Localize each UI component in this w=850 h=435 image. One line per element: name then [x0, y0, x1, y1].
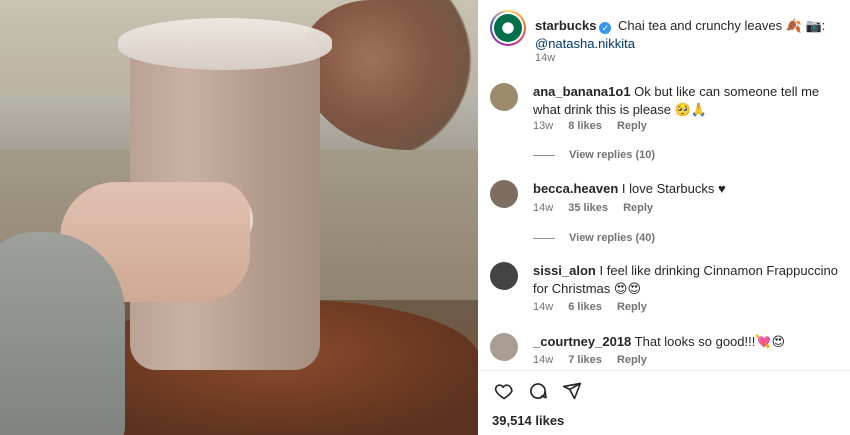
- comment-body: sissi_alon I feel like drinking Cinnamon…: [533, 262, 838, 298]
- post-action-bar: 39,514 likes: [478, 370, 850, 435]
- comment-reply-button[interactable]: Reply: [617, 120, 647, 132]
- comment-time[interactable]: 14w: [533, 301, 553, 313]
- comment-likes[interactable]: 8 likes: [568, 120, 602, 132]
- comment-username[interactable]: becca.heaven: [533, 181, 618, 196]
- verified-badge-icon: ✓: [599, 22, 612, 34]
- comment-body: becca.heaven I love Starbucks ♥: [533, 180, 838, 198]
- comment-reply-button[interactable]: Reply: [623, 202, 653, 214]
- comment-text: That looks so good!!!💘😍: [634, 334, 786, 349]
- post-caption: starbucks ✓ Chai tea and crunchy leaves 🍂…: [535, 17, 835, 53]
- comment-meta: 13w 8 likes Reply: [533, 120, 659, 132]
- view-replies-button[interactable]: View replies (40): [533, 232, 655, 244]
- view-replies-label: View replies (10): [569, 149, 656, 161]
- comment-meta: 14w 7 likes Reply: [533, 354, 659, 366]
- account-avatar[interactable]: [490, 10, 526, 46]
- comment-avatar[interactable]: [490, 83, 518, 111]
- likes-count[interactable]: 39,514 likes: [492, 413, 564, 428]
- comment-meta: 14w 6 likes Reply: [533, 301, 659, 313]
- comment-likes[interactable]: 6 likes: [568, 301, 602, 313]
- view-replies-label: View replies (40): [569, 232, 656, 244]
- comment-time[interactable]: 14w: [533, 354, 553, 366]
- comment-likes[interactable]: 7 likes: [568, 354, 602, 366]
- comment-time[interactable]: 14w: [533, 202, 553, 214]
- comment-username[interactable]: _courtney_2018: [533, 334, 631, 349]
- comment-avatar[interactable]: [490, 262, 518, 290]
- account-username[interactable]: starbucks: [535, 18, 596, 33]
- comment-avatar[interactable]: [490, 180, 518, 208]
- caption-text: Chai tea and crunchy leaves 🍂 📷:: [618, 18, 826, 33]
- comment-body: ana_banana1o1 Ok but like can someone te…: [533, 83, 838, 119]
- comment-username[interactable]: ana_banana1o1: [533, 84, 631, 99]
- comment-avatar[interactable]: [490, 333, 518, 361]
- view-replies-line: [533, 237, 555, 239]
- photo-sleeve: [0, 232, 125, 435]
- avatar-inner: [492, 12, 524, 44]
- share-icon[interactable]: [562, 381, 582, 403]
- caption-mention-link[interactable]: @natasha.nikkita: [535, 36, 635, 51]
- comment-username[interactable]: sissi_alon: [533, 263, 596, 278]
- comment-time[interactable]: 13w: [533, 120, 553, 132]
- post-timestamp[interactable]: 14w: [535, 52, 555, 64]
- starbucks-logo-icon: [494, 14, 522, 42]
- action-icons: [494, 381, 582, 403]
- post-photo[interactable]: [0, 0, 478, 435]
- comment-reply-button[interactable]: Reply: [617, 301, 647, 313]
- comment-icon[interactable]: [528, 381, 548, 403]
- view-replies-button[interactable]: View replies (10): [533, 149, 655, 161]
- post-details-panel: starbucks ✓ Chai tea and crunchy leaves 🍂…: [478, 0, 850, 435]
- comment-likes[interactable]: 35 likes: [568, 202, 608, 214]
- comment-meta: 14w 35 likes Reply: [533, 202, 665, 214]
- comment-body: _courtney_2018 That looks so good!!!💘😍: [533, 333, 838, 351]
- photo-cup-lid: [118, 18, 332, 70]
- comment-text: I love Starbucks ♥: [621, 181, 726, 196]
- comment-reply-button[interactable]: Reply: [617, 354, 647, 366]
- heart-icon[interactable]: [494, 381, 514, 403]
- view-replies-line: [533, 154, 555, 156]
